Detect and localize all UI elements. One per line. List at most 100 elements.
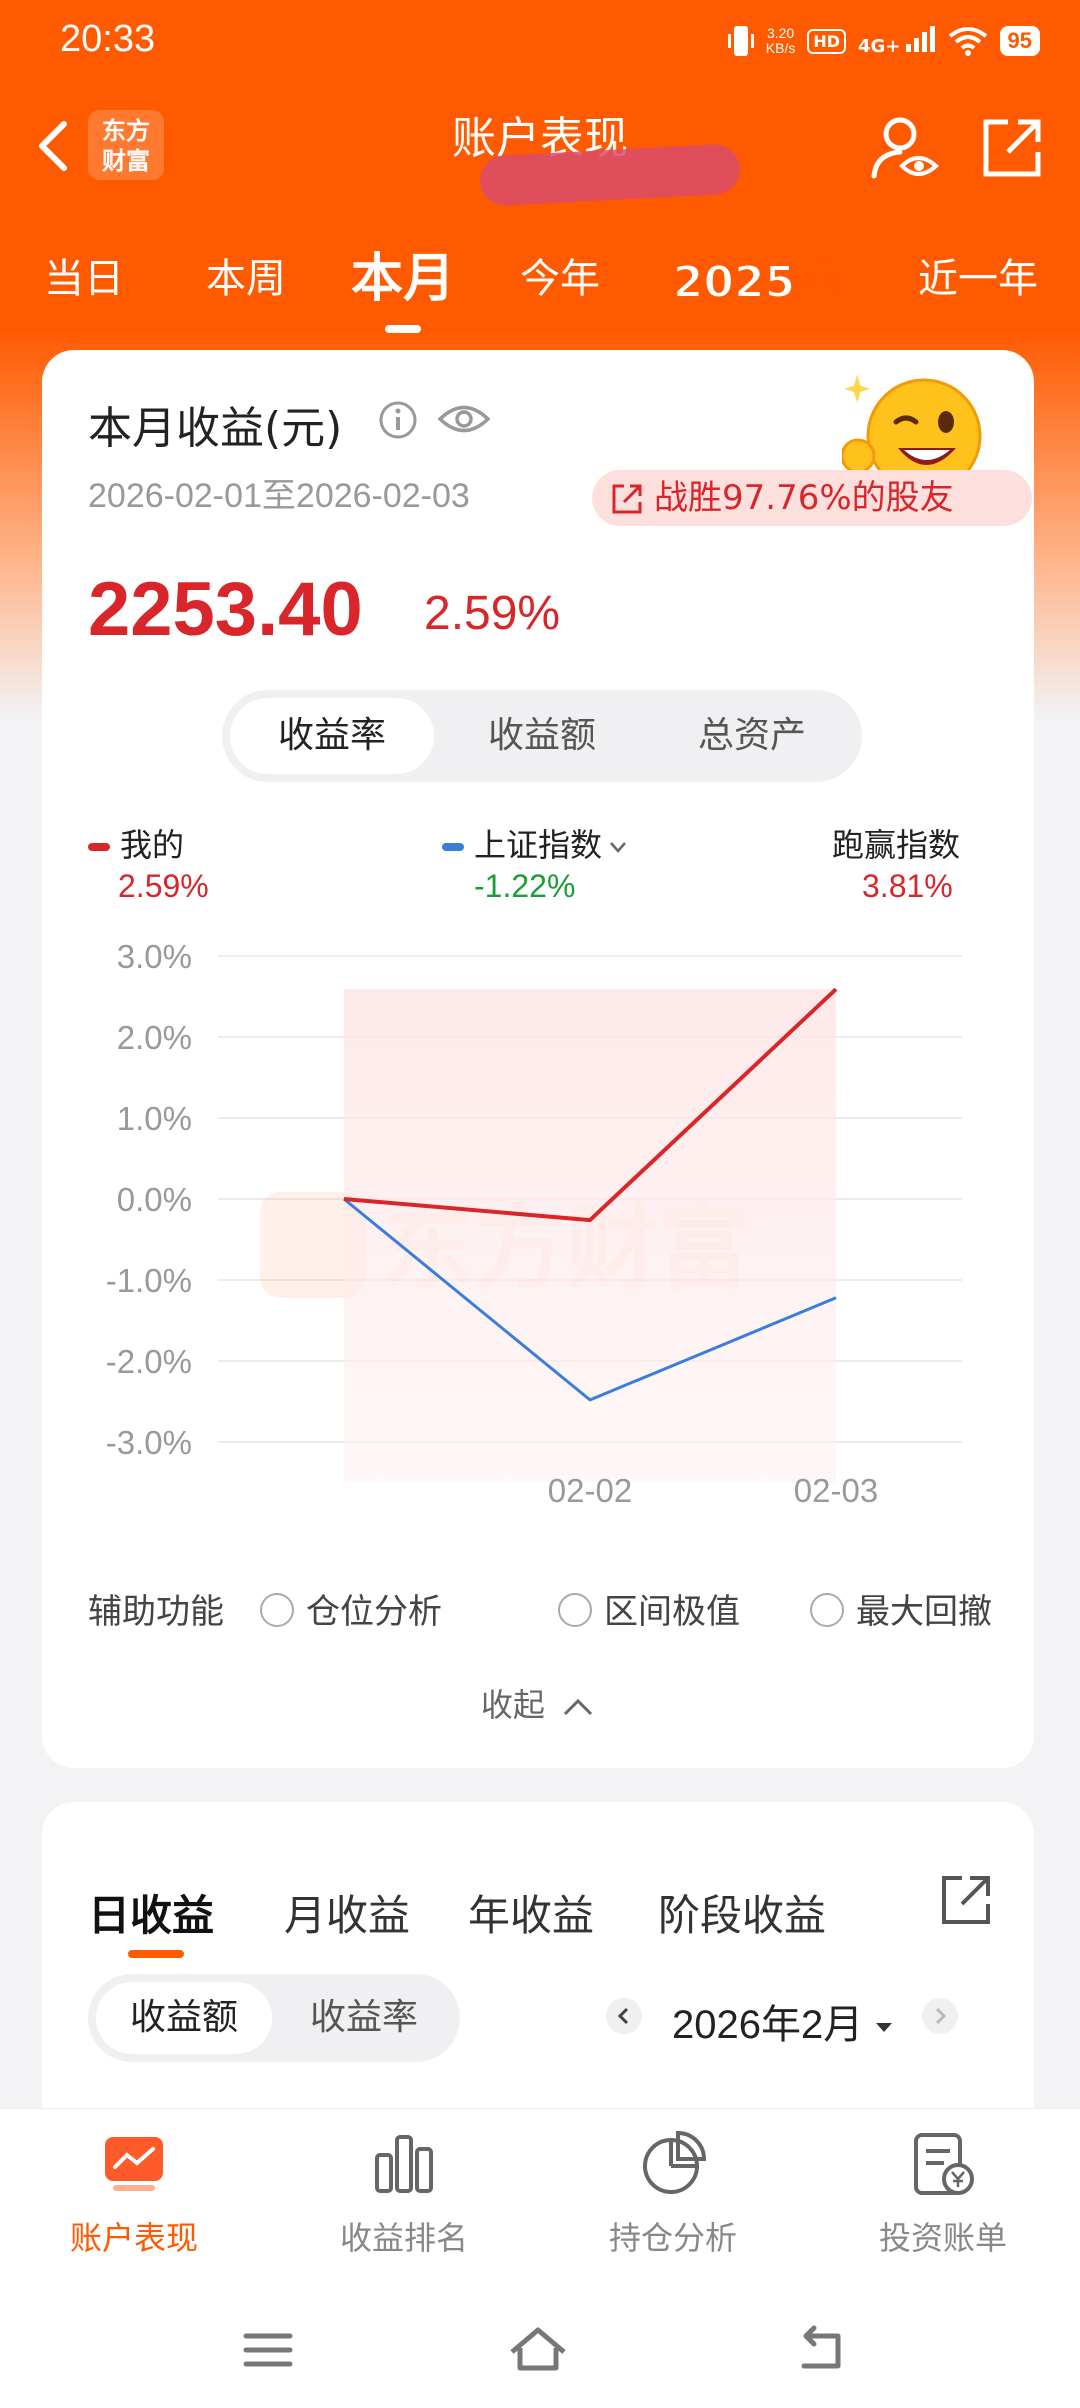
tab-yearly-profit[interactable]: 年收益 [468,1882,594,1943]
metric-tab-total-assets[interactable]: 总资产 [650,698,854,774]
option-range-extremes-label: 区间极值 [604,1592,740,1632]
bottom-tab-holding-analysis[interactable]: 持仓分析 [573,2129,773,2259]
tab-today[interactable]: 当日 [44,246,124,304]
chevron-down-icon [610,842,626,853]
tab-this-year[interactable]: 今年 [520,246,600,304]
legend-index-value: -1.22% [474,868,576,904]
daily-segmented-control: 收益额 收益率 [88,1974,460,2062]
y-tick-label: 3.0% [117,938,192,975]
bottom-tab-label: 收益排名 [339,2219,468,2257]
radio-icon [558,1593,592,1627]
bottom-tab-label: 投资账单 [878,2219,1007,2257]
tab-this-month[interactable]: 本月 [351,236,455,333]
tab-daily-profit[interactable]: 日收益 [88,1882,214,1943]
bottom-tab-label: 持仓分析 [608,2219,737,2257]
info-icon[interactable] [378,400,418,440]
period-tabs: 当日 本周 本月 今年 2025年 近一年 [0,226,1080,333]
export-icon[interactable] [938,1872,994,1928]
card-title: 本月收益(元) [88,403,343,454]
date-range: 2026-02-01至2026-02-03 [88,477,470,515]
net-speed-value: 3.20 [766,25,795,41]
net-speed: 3.20 KB/s [766,26,796,56]
system-navigation-bar [0,2298,1080,2408]
profit-amount: 2253.40 [88,567,363,652]
aux-functions-row: 辅助功能 仓位分析 区间极值 最大回撤 [88,1580,1008,1633]
profit-percent: 2.59% [424,587,561,640]
option-max-drawdown[interactable]: 最大回撤 [810,1584,992,1633]
chevron-left-icon[interactable] [606,1998,642,2034]
chevron-right-icon[interactable] [922,1998,958,2034]
bottom-tab-label: 账户表现 [69,2219,198,2257]
bottom-tab-investment-bill[interactable]: 投资账单 [843,2129,1043,2259]
bill-icon [914,2133,974,2195]
active-tab-indicator [128,1950,184,1958]
metric-segmented-control: 收益率 收益额 总资产 [222,690,862,782]
tab-stage-profit[interactable]: 阶段收益 [658,1882,826,1943]
status-time: 20:33 [60,18,156,60]
seg-profit-amount[interactable]: 收益额 [96,1982,272,2054]
metric-tab-return-amount[interactable]: 收益额 [440,698,644,774]
y-tick-label: -3.0% [106,1424,192,1461]
share-icon[interactable] [980,116,1044,180]
y-tick-label: -1.0% [106,1262,192,1299]
nav-bar: 东方 财富 账户表现 [0,90,1080,210]
monthly-profit-card: 本月收益(元) 2026-02-01至2026-02-03 战胜97.76%的股… [42,350,1034,1768]
legend-index-swatch [442,843,464,851]
status-bar: 20:33 3.20 KB/s HD 4G+ 95 [0,0,1080,82]
back-nav-icon[interactable] [792,2320,852,2380]
wifi-icon [948,27,987,56]
net-speed-unit: KB/s [765,40,796,56]
share-small-icon [612,484,642,514]
visibility-eye-icon[interactable] [438,396,490,442]
legend-index-label: 上证指数 [474,826,603,864]
bottom-tab-bar: 账户表现 收益排名 持仓分析 投资账单 [0,2108,1080,2298]
bottom-tab-profit-ranking[interactable]: 收益排名 [304,2129,504,2259]
return-rate-chart[interactable]: 东方财富 3.0%2.0%1.0%0.0%-1.0%-2.0%-3.0%02-0… [42,350,1034,1768]
beat-peers-text: 战胜97.76%的股友 [654,478,954,518]
legend-outperform-value: 3.81% [862,868,953,904]
home-icon[interactable] [508,2320,568,2380]
y-tick-label: 2.0% [117,1019,192,1056]
tab-year-2025[interactable]: 2025年 [672,246,840,310]
y-tick-label: 1.0% [117,1100,192,1137]
option-max-drawdown-label: 最大回撤 [856,1592,992,1632]
vibrate-icon [727,26,754,56]
hd-badge: HD [807,28,847,54]
signal-indicator: 4G+ [858,25,935,57]
y-tick-label: -2.0% [106,1343,192,1380]
tab-monthly-profit[interactable]: 月收益 [284,1882,410,1943]
bar-chart-icon [375,2135,433,2193]
month-selector[interactable]: 2026年2月 [672,1992,894,2050]
legend-mine-label: 我的 [120,826,185,864]
legend-mine: 我的 2.59% [88,820,288,904]
tab-this-week[interactable]: 本周 [206,246,286,304]
status-icons: 3.20 KB/s HD 4G+ 95 [727,24,1040,58]
menu-icon[interactable] [238,2320,298,2380]
bottom-tab-account-performance[interactable]: 账户表现 [34,2129,234,2259]
month-label: 2026年2月 [672,2003,864,2047]
tab-last-year[interactable]: 近一年 [918,246,1038,304]
user-view-icon[interactable] [870,114,940,184]
x-tick-label: 02-02 [548,1472,632,1509]
legend-mine-swatch [88,843,110,851]
metric-tab-return-rate[interactable]: 收益率 [230,698,434,774]
option-range-extremes[interactable]: 区间极值 [558,1584,740,1633]
legend-index[interactable]: 上证指数 -1.22% [442,820,702,904]
mine-series-area [344,989,836,1482]
seg-profit-rate[interactable]: 收益率 [276,1982,452,2054]
aux-functions-label: 辅助功能 [88,1592,224,1632]
beat-peers-badge[interactable]: 战胜97.76%的股友 [592,470,1032,526]
chevron-up-icon [564,1698,593,1716]
signal-type: 4G+ [858,35,901,57]
radio-icon [260,1593,294,1627]
radio-icon [810,1593,844,1627]
legend-outperform-label: 跑赢指数 [832,826,961,864]
collapse-button[interactable]: 收起 [42,1680,1034,1726]
signal-icon [905,25,935,52]
caret-down-icon [876,2023,893,2033]
pie-chart-icon [643,2130,707,2194]
x-tick-label: 02-03 [794,1472,878,1509]
y-tick-label: 0.0% [117,1181,192,1218]
legend-mine-value: 2.59% [118,868,209,904]
option-position-analysis[interactable]: 仓位分析 [260,1584,442,1633]
